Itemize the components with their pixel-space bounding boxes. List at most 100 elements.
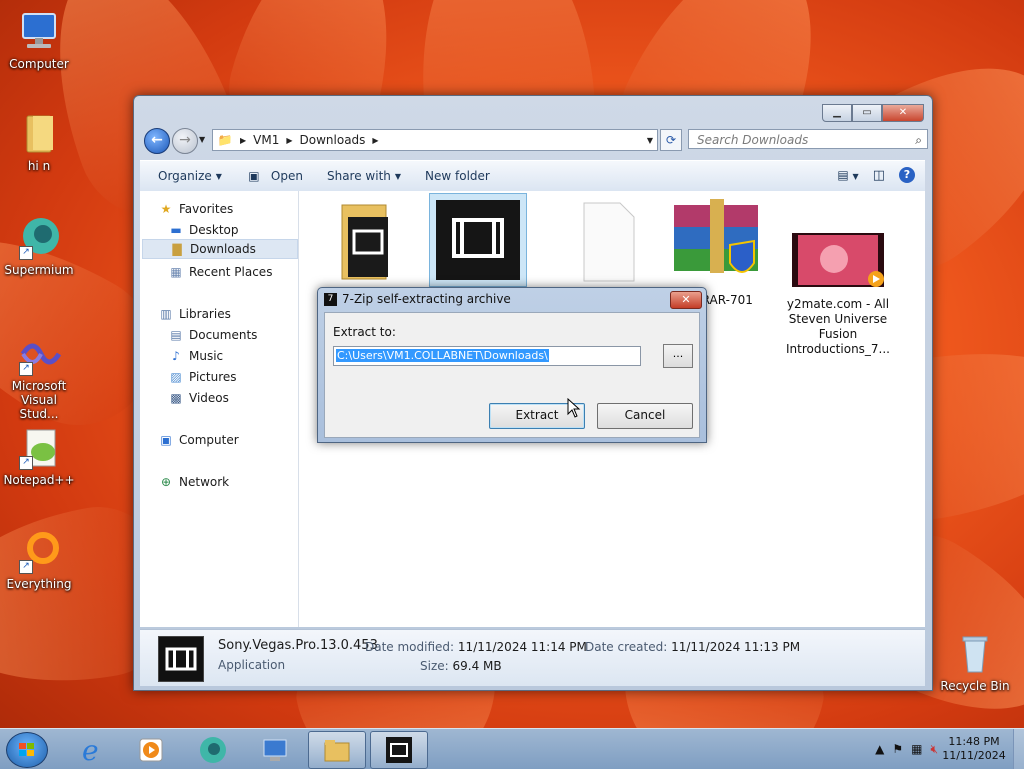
downloads-folder-icon: ▇: [172, 242, 182, 256]
file-item[interactable]: [310, 197, 418, 293]
desktop-icon-label: hi n: [27, 159, 51, 173]
desktop-icon-folder[interactable]: hi n: [0, 112, 78, 173]
dialog-body: Extract to: C:\Users\VM1.COLLABNET\Downl…: [324, 312, 700, 438]
desktop-icon-visual-studio[interactable]: ↗ Microsoft Visual Stud...: [0, 332, 78, 421]
details-modified-label: Date modified:: [365, 640, 455, 654]
address-bar[interactable]: 📁 ▶ VM1 ▶ Downloads ▶ ▼: [212, 129, 658, 151]
minimize-button[interactable]: ▁: [822, 104, 852, 122]
desktop-icon-label: Everything: [6, 577, 72, 591]
command-bar: Organize ▼ ▣ Open Share with ▼ New folde…: [140, 160, 925, 192]
desktop-icon-notepadpp[interactable]: ↗ Notepad++: [0, 426, 78, 487]
control-panel-icon: [263, 739, 287, 761]
chevron-right-icon[interactable]: ▶: [372, 136, 378, 145]
view-options-icon[interactable]: ▤ ▼: [837, 168, 858, 182]
desktop-icon-recycle-bin[interactable]: Recycle Bin: [936, 632, 1014, 693]
details-file-type: Application: [218, 658, 286, 672]
nav-libraries[interactable]: ▥ Libraries: [158, 304, 314, 324]
nav-downloads[interactable]: ▇ Downloads: [142, 239, 298, 259]
nav-network[interactable]: ⊕ Network: [158, 472, 314, 492]
system-tray: ▲ ⚑ ▦ 🔇︎ 11:48 PM 11/11/2024: [871, 729, 1024, 769]
folder-icon: 📁: [217, 133, 233, 147]
navigation-bar: ← → ▼ 📁 ▶ VM1 ▶ Downloads ▶ ▼ ⟳ Search D…: [142, 128, 928, 154]
nav-label: Computer: [179, 433, 239, 447]
folder-icon: [17, 112, 61, 156]
desktop-icon-label: Notepad++: [3, 473, 75, 487]
back-button[interactable]: ←: [144, 128, 170, 154]
open-button[interactable]: ▣ Open: [234, 168, 315, 184]
vegas-app-icon: [386, 737, 412, 763]
taskbar: e ▲ ⚑ ▦ 🔇︎ 11:48 PM 11/11/2024: [0, 728, 1024, 769]
close-button[interactable]: ✕: [882, 104, 924, 122]
vegas-app-icon: [429, 193, 527, 287]
file-item[interactable]: y2mate.com - All Steven Universe Fusion …: [784, 231, 892, 357]
help-icon[interactable]: ?: [899, 167, 915, 183]
star-icon: ★: [160, 202, 172, 216]
nav-favorites[interactable]: ★ Favorites: [158, 199, 314, 219]
details-created: Date created: 11/11/2024 11:13 PM: [585, 640, 800, 654]
taskbar-internet-explorer[interactable]: e: [62, 731, 120, 769]
details-pane: Sony.Vegas.Pro.13.0.453 Application Date…: [140, 629, 925, 686]
supermium-icon: ↗: [17, 216, 61, 260]
nav-computer[interactable]: ▣ Computer: [158, 430, 314, 450]
show-hidden-icons-icon[interactable]: ▲: [875, 742, 884, 756]
desktop-icon-supermium[interactable]: ↗ Supermium: [0, 216, 78, 277]
taskbar-supermium[interactable]: [184, 731, 242, 769]
forward-button[interactable]: →: [172, 128, 198, 154]
videos-icon: ▩: [170, 391, 182, 405]
file-item[interactable]: [554, 197, 662, 293]
nav-label: Pictures: [189, 370, 237, 384]
preview-pane-icon[interactable]: ◫: [873, 168, 885, 183]
show-desktop-button[interactable]: [1013, 729, 1024, 769]
nav-label: Videos: [189, 391, 229, 405]
shortcut-arrow-icon: ↗: [19, 362, 33, 376]
nav-label: Favorites: [179, 202, 234, 216]
taskbar-vegas-setup[interactable]: [370, 731, 428, 769]
winrar-icon: [662, 197, 770, 289]
cancel-button[interactable]: Cancel: [597, 403, 693, 429]
organize-button[interactable]: Organize ▼: [140, 169, 234, 183]
computer-icon: [17, 10, 61, 54]
browse-button[interactable]: ...: [663, 344, 693, 368]
dialog-close-button[interactable]: ✕: [670, 291, 702, 309]
taskbar-media-player[interactable]: [122, 731, 180, 769]
new-folder-button[interactable]: New folder: [413, 169, 502, 183]
desktop-icon-computer[interactable]: Computer: [0, 10, 78, 71]
breadcrumb-downloads[interactable]: Downloads: [300, 133, 366, 147]
details-modified: Date modified: 11/11/2024 11:14 PM: [365, 640, 587, 654]
documents-icon: ▤: [170, 328, 182, 342]
mouse-cursor-icon: [567, 398, 581, 418]
chevron-right-icon[interactable]: ▶: [286, 136, 292, 145]
libraries-icon: ▥: [160, 307, 172, 321]
maximize-button[interactable]: ▭: [852, 104, 882, 122]
extract-path-value: C:\Users\VM1.COLLABNET\Downloads\: [336, 349, 549, 362]
file-item-selected[interactable]: [424, 193, 532, 291]
volume-muted-icon[interactable]: 🔇︎: [930, 742, 938, 757]
clock-date: 11/11/2024: [942, 749, 1006, 762]
taskbar-explorer[interactable]: [308, 731, 366, 769]
desktop-icon-label: Microsoft Visual Stud...: [11, 379, 67, 421]
extract-path-input[interactable]: C:\Users\VM1.COLLABNET\Downloads\: [333, 346, 641, 366]
action-center-flag-icon[interactable]: ⚑: [892, 742, 903, 756]
history-dropdown-icon[interactable]: ▼: [199, 135, 205, 144]
nav-label: Documents: [189, 328, 258, 342]
address-dropdown-icon[interactable]: ▼: [647, 136, 653, 145]
open-icon: ▣: [248, 169, 260, 183]
taskbar-control-panel[interactable]: [246, 731, 304, 769]
chevron-down-icon: ▼: [215, 171, 222, 181]
shortcut-arrow-icon: ↗: [19, 456, 33, 470]
search-input[interactable]: Search Downloads ⌕: [688, 129, 928, 149]
supermium-icon: [200, 737, 226, 763]
breadcrumb-vm1[interactable]: VM1: [253, 133, 279, 147]
desktop-icon-everything[interactable]: ↗ Everything: [0, 530, 78, 591]
network-tray-icon[interactable]: ▦: [911, 742, 922, 756]
nav-label: Libraries: [179, 307, 231, 321]
clock[interactable]: 11:48 PM 11/11/2024: [942, 735, 1006, 763]
refresh-button[interactable]: ⟳: [660, 129, 682, 151]
share-with-label: Share with: [326, 169, 391, 183]
shortcut-arrow-icon: ↗: [19, 246, 33, 260]
chevron-right-icon[interactable]: ▶: [240, 136, 246, 145]
file-explorer-icon: [324, 740, 350, 762]
start-button[interactable]: [6, 732, 48, 768]
share-with-button[interactable]: Share with ▼: [315, 169, 413, 183]
desktop-icon: ▬: [170, 223, 182, 237]
